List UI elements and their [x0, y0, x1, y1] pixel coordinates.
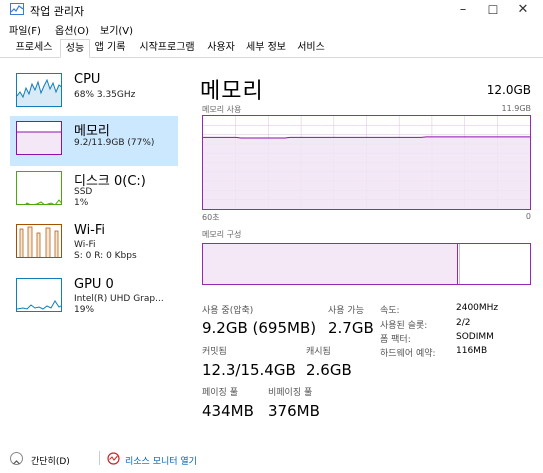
separator — [99, 451, 100, 465]
paged-pool-label: 페이징 풀 — [202, 388, 238, 398]
sidebar-item-type: Wi-Fi — [74, 240, 96, 250]
memory-usage-area — [203, 136, 530, 209]
composition-label: 메모리 구성 — [202, 230, 242, 239]
nonpaged-pool-value: 376MB — [268, 402, 320, 420]
memory-mini-graph — [16, 121, 62, 155]
gpu-mini-graph — [16, 278, 62, 312]
cached-label: 캐시됨 — [306, 347, 331, 357]
fewer-details-button[interactable]: 간단히(D) — [31, 454, 70, 467]
tab-bar: 프로세스 성능 앱 기록 시작프로그램 사용자 세부 정보 서비스 — [0, 36, 543, 58]
composition-in-use-segment — [203, 244, 459, 284]
menu-bar: 파일(F) 옵션(O) 보기(V) — [0, 20, 543, 37]
sidebar-item-cpu[interactable]: CPU 68% 3.35GHz — [10, 68, 178, 118]
chevron-up-icon[interactable] — [10, 452, 23, 465]
window-title: 작업 관리자 — [30, 5, 85, 18]
sidebar-item-type: Intel(R) UHD Grap... — [74, 294, 164, 304]
close-button[interactable]: ✕ — [503, 0, 543, 20]
sidebar-item-detail: 1% — [74, 198, 89, 208]
nonpaged-pool-label: 비페이징 풀 — [268, 388, 313, 398]
hardware-reserved-label: 하드웨어 예약: — [380, 349, 436, 359]
slots-value: 2/2 — [456, 318, 471, 328]
tab-users[interactable]: 사용자 — [202, 39, 240, 58]
cpu-mini-graph — [16, 73, 62, 107]
menu-view[interactable]: 보기(V) — [100, 22, 133, 37]
wifi-mini-graph — [16, 224, 62, 258]
bottom-bar: 간단히(D) 리소스 모니터 열기 — [0, 448, 543, 473]
sidebar-item-disk[interactable]: 디스크 0(C:) SSD 1% — [10, 166, 178, 216]
sidebar-item-label: CPU — [74, 72, 101, 87]
sidebar-item-wifi[interactable]: Wi-Fi Wi-Fi S: 0 R: 0 Kbps — [10, 219, 178, 269]
sidebar-item-label: GPU 0 — [74, 277, 114, 292]
sidebar-item-detail: 9.2/11.9GB (77%) — [74, 138, 155, 148]
slots-label: 사용된 슬롯: — [380, 321, 428, 331]
sidebar-item-label: 메모리 — [74, 124, 110, 139]
memory-usage-graph — [202, 115, 531, 210]
form-factor-value: SODIMM — [456, 332, 494, 342]
hardware-reserved-value: 116MB — [456, 346, 488, 356]
sidebar-item-label: Wi-Fi — [74, 223, 106, 238]
speed-value: 2400MHz — [456, 303, 499, 313]
sidebar-item-detail: S: 0 R: 0 Kbps — [74, 251, 137, 261]
sidebar-item-gpu[interactable]: GPU 0 Intel(R) UHD Grap... 19% — [10, 273, 178, 323]
tab-details[interactable]: 세부 정보 — [241, 39, 291, 58]
committed-label: 커밋됨 — [202, 347, 227, 357]
resource-monitor-icon[interactable] — [107, 452, 120, 465]
in-use-label: 사용 중(압축) — [202, 306, 254, 316]
available-label: 사용 가능 — [328, 306, 364, 316]
menu-file[interactable]: 파일(F) — [9, 22, 41, 37]
menu-options[interactable]: 옵션(O) — [55, 22, 89, 37]
composition-standby-segment — [458, 244, 461, 284]
disk-mini-graph — [16, 171, 62, 205]
in-use-value: 9.2GB (695MB) — [202, 319, 317, 337]
cached-value: 2.6GB — [306, 361, 352, 379]
title-bar: 작업 관리자 – ☐ ✕ — [0, 0, 543, 20]
tab-startup[interactable]: 시작프로그램 — [132, 39, 202, 58]
speed-label: 속도: — [380, 306, 400, 316]
tab-performance[interactable]: 성능 — [60, 39, 90, 58]
sidebar-item-detail: 19% — [74, 305, 95, 315]
committed-value: 12.3/15.4GB — [202, 361, 296, 379]
total-memory: 12.0GB — [486, 83, 531, 97]
resource-monitor-link[interactable]: 리소스 모니터 열기 — [125, 454, 197, 467]
sidebar-item-memory[interactable]: 메모리 9.2/11.9GB (77%) — [10, 116, 178, 166]
available-value: 2.7GB — [328, 319, 374, 337]
time-span-label: 60초 — [202, 213, 220, 222]
sidebar-item-detail: 68% 3.35GHz — [74, 90, 136, 100]
form-factor-label: 폼 팩터: — [380, 335, 411, 345]
paged-pool-value: 434MB — [202, 402, 254, 420]
time-end-label: 0 — [525, 212, 531, 221]
sidebar-item-type: SSD — [74, 187, 93, 197]
task-manager-icon — [10, 3, 24, 15]
graph-label: 메모리 사용 — [202, 105, 242, 114]
tab-services[interactable]: 서비스 — [292, 39, 330, 58]
memory-composition-bar — [202, 243, 531, 285]
page-title: 메모리 — [200, 79, 264, 104]
graph-max-label: 11.9GB — [501, 104, 532, 113]
tab-app-history[interactable]: 앱 기록 — [90, 39, 130, 58]
tab-processes[interactable]: 프로세스 — [8, 39, 60, 58]
